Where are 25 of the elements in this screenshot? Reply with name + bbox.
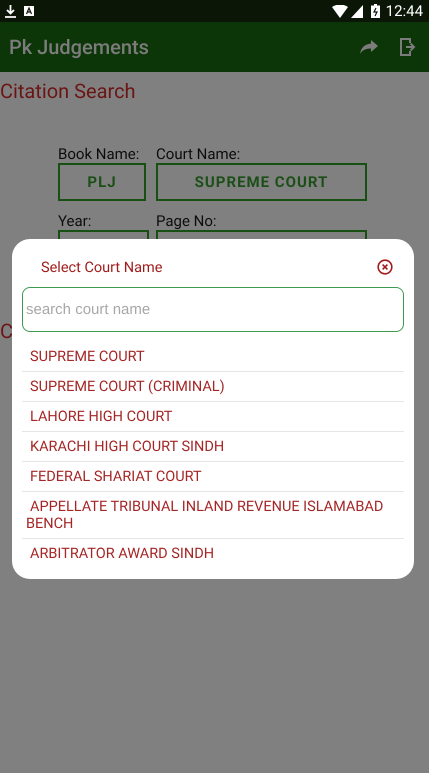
- court-item[interactable]: APPELLATE TRIBUNAL INLAND REVENUE ISLAMABAD BENCH: [22, 492, 404, 539]
- court-item[interactable]: SUPREME COURT: [22, 342, 404, 372]
- search-field[interactable]: search court name: [22, 287, 404, 332]
- court-name-label: Court Name:: [156, 145, 242, 163]
- court-item[interactable]: LAHORE HIGH COURT: [22, 402, 404, 432]
- status-time: 12:44: [386, 2, 423, 20]
- page-heading: Citation Search: [0, 79, 137, 103]
- section-heading: C: [0, 319, 14, 343]
- court-item[interactable]: SUPREME COURT (CRIMINAL): [22, 372, 404, 402]
- text-icon: [24, 6, 34, 16]
- court-item[interactable]: ARBITRATOR AWARD SINDH: [22, 539, 404, 568]
- download-icon: [5, 4, 16, 18]
- dialog-title: Select Court Name: [41, 258, 164, 276]
- signal-icon: [350, 4, 363, 18]
- app-title: Pk Judgements: [9, 35, 150, 59]
- wifi-icon: [332, 4, 348, 18]
- page-no-label: Page No:: [156, 212, 218, 230]
- logout-icon[interactable]: [400, 38, 417, 56]
- close-icon[interactable]: [377, 259, 393, 275]
- year-label: Year:: [58, 212, 92, 230]
- court-item[interactable]: KARACHI HIGH COURT SINDH: [22, 432, 404, 462]
- share-icon[interactable]: [360, 40, 378, 54]
- court-item[interactable]: FEDERAL SHARIAT COURT: [22, 462, 404, 492]
- battery-icon: [370, 4, 380, 18]
- book-name-label: Book Name:: [58, 145, 140, 163]
